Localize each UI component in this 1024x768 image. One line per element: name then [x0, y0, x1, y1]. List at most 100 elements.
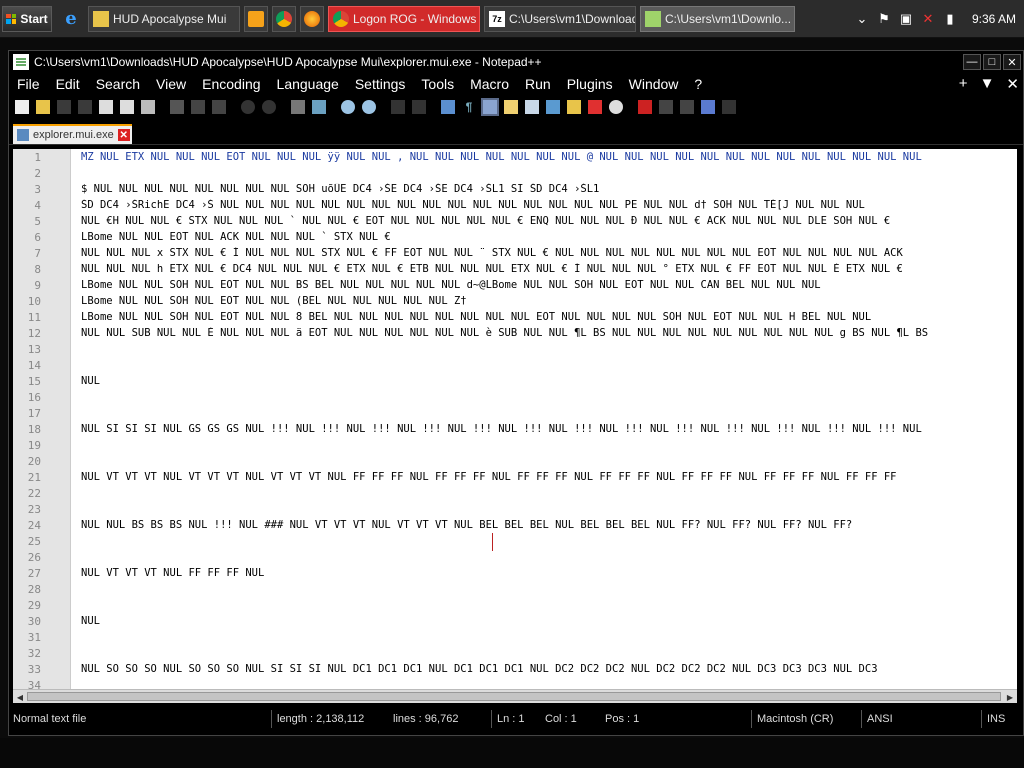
save-macro-icon[interactable] — [720, 98, 738, 116]
close-all-icon[interactable] — [118, 98, 136, 116]
task-chrome[interactable] — [272, 5, 296, 32]
horizontal-scrollbar[interactable]: ◀ ▶ — [13, 689, 1017, 703]
find-icon[interactable] — [289, 98, 307, 116]
redo-icon[interactable] — [260, 98, 278, 116]
paste-icon[interactable] — [210, 98, 228, 116]
play-multiple-icon[interactable] — [699, 98, 717, 116]
maximize-button[interactable]: □ — [983, 54, 1001, 70]
code-line[interactable]: 30 NUL — [13, 613, 1017, 629]
code-line[interactable]: 1 MZ NUL ETX NUL NUL NUL EOT NUL NUL NUL … — [13, 149, 1017, 165]
save-all-icon[interactable] — [76, 98, 94, 116]
menu-tools[interactable]: Tools — [413, 76, 462, 92]
flag-icon[interactable]: ⚑ — [876, 11, 892, 27]
code-line[interactable]: 33 NUL SO SO SO NUL SO SO SO NUL SI SI SI… — [13, 661, 1017, 677]
code-line[interactable]: 3 $ NUL NUL NUL NUL NUL NUL NUL NUL SOH u… — [13, 181, 1017, 197]
undo-icon[interactable] — [239, 98, 257, 116]
code-line[interactable]: 12 NUL NUL SUB NUL NUL È NUL NUL NUL ä EO… — [13, 325, 1017, 341]
task-7zip[interactable]: 7z C:\Users\vm1\Download... — [484, 5, 636, 32]
cut-icon[interactable] — [168, 98, 186, 116]
menu-language[interactable]: Language — [269, 76, 347, 92]
sync-vertical-icon[interactable] — [389, 98, 407, 116]
code-line[interactable]: 21 NUL VT VT VT NUL VT VT VT NUL VT VT VT… — [13, 469, 1017, 485]
tab-list-button[interactable]: ▼ — [980, 75, 995, 93]
code-line[interactable]: 28 — [13, 581, 1017, 597]
code-line[interactable]: 13 — [13, 341, 1017, 357]
task-notepadpp[interactable]: C:\Users\vm1\Downlo... — [640, 5, 795, 32]
doc-map-icon[interactable] — [523, 98, 541, 116]
code-line[interactable]: 2 — [13, 165, 1017, 181]
code-line[interactable]: 10 LBome NUL NUL SOH NUL EOT NUL NUL (BEL… — [13, 293, 1017, 309]
code-line[interactable]: 29 — [13, 597, 1017, 613]
sync-horizontal-icon[interactable] — [410, 98, 428, 116]
code-line[interactable]: 18 NUL SI SI SI NUL GS GS GS NUL !!! NUL … — [13, 421, 1017, 437]
close-tab-icon[interactable]: ✕ — [117, 129, 130, 141]
code-line[interactable]: 34 — [13, 677, 1017, 690]
task-folder[interactable]: HUD Apocalypse Mui — [88, 5, 240, 32]
code-line[interactable]: 22 — [13, 485, 1017, 501]
code-line[interactable]: 11 LBome NUL NUL SOH NUL EOT NUL NUL 8 BE… — [13, 309, 1017, 325]
menu-help[interactable]: ? — [686, 76, 710, 92]
code-line[interactable]: 25 — [13, 533, 1017, 549]
editor-area[interactable]: 1 MZ NUL ETX NUL NUL NUL EOT NUL NUL NUL … — [13, 149, 1017, 689]
zoom-in-icon[interactable] — [339, 98, 357, 116]
code-line[interactable]: 15 NUL — [13, 373, 1017, 389]
show-all-chars-icon[interactable]: ¶ — [460, 98, 478, 116]
new-tab-button[interactable]: + — [959, 75, 968, 93]
minimize-button[interactable]: — — [963, 54, 981, 70]
new-file-icon[interactable] — [13, 98, 31, 116]
task-logon-rog[interactable]: Logon ROG - Windows ... — [328, 5, 480, 32]
code-line[interactable]: 7 NUL NUL NUL x STX NUL € Í NUL NUL NUL S… — [13, 245, 1017, 261]
menu-encoding[interactable]: Encoding — [194, 76, 268, 92]
clock[interactable]: 9:36 AM — [972, 12, 1016, 26]
scroll-left-icon[interactable]: ◀ — [14, 691, 26, 703]
scroll-right-icon[interactable]: ▶ — [1004, 691, 1016, 703]
code-line[interactable]: 9 LBome NUL NUL SOH NUL EOT NUL NUL BS BE… — [13, 277, 1017, 293]
open-file-icon[interactable] — [34, 98, 52, 116]
code-line[interactable]: 27 NUL VT VT VT NUL FF FF FF NUL — [13, 565, 1017, 581]
code-line[interactable]: 19 — [13, 437, 1017, 453]
play-macro-icon[interactable] — [678, 98, 696, 116]
code-line[interactable]: 20 — [13, 453, 1017, 469]
network-icon[interactable]: ▣ — [898, 11, 914, 27]
chevron-down-icon[interactable]: ⌄ — [854, 11, 870, 27]
close-button[interactable]: ✕ — [1003, 54, 1021, 70]
volume-muted-icon[interactable]: ✕ — [920, 11, 936, 27]
status-eol[interactable]: Macintosh (CR) — [757, 713, 833, 725]
folder-as-workspace-icon[interactable] — [565, 98, 583, 116]
title-bar[interactable]: C:\Users\vm1\Downloads\HUD Apocalypse\HU… — [9, 51, 1023, 73]
power-icon[interactable]: ▮ — [942, 11, 958, 27]
function-list-icon[interactable] — [544, 98, 562, 116]
menu-window[interactable]: Window — [621, 76, 687, 92]
word-wrap-icon[interactable] — [439, 98, 457, 116]
indent-guide-icon[interactable] — [481, 98, 499, 116]
code-line[interactable]: 32 — [13, 645, 1017, 661]
task-media-player[interactable] — [244, 5, 268, 32]
udl-icon[interactable] — [502, 98, 520, 116]
close-file-icon[interactable] — [97, 98, 115, 116]
start-button[interactable]: Start — [2, 5, 52, 32]
task-firefox[interactable] — [300, 5, 324, 32]
code-line[interactable]: 16 — [13, 389, 1017, 405]
menu-view[interactable]: View — [148, 76, 194, 92]
menu-file[interactable]: File — [9, 76, 48, 92]
stop-macro-icon[interactable] — [657, 98, 675, 116]
record-macro-icon[interactable] — [636, 98, 654, 116]
status-encoding[interactable]: ANSI — [867, 713, 893, 725]
code-line[interactable]: 8 NUL NUL NUL h ETX NUL € DC4 NUL NUL NUL… — [13, 261, 1017, 277]
code-line[interactable]: 23 — [13, 501, 1017, 517]
save-icon[interactable] — [55, 98, 73, 116]
menu-plugins[interactable]: Plugins — [559, 76, 621, 92]
menu-settings[interactable]: Settings — [347, 76, 414, 92]
menu-search[interactable]: Search — [88, 76, 148, 92]
scrollbar-thumb[interactable] — [27, 692, 1001, 701]
code-line[interactable]: 24 NUL NUL BS BS BS NUL !!! NUL ### NUL V… — [13, 517, 1017, 533]
code-line[interactable]: 5 NUL €H NUL NUL € STX NUL NUL NUL ` NUL … — [13, 213, 1017, 229]
menu-run[interactable]: Run — [517, 76, 559, 92]
eye-icon[interactable] — [607, 98, 625, 116]
copy-icon[interactable] — [189, 98, 207, 116]
code-line[interactable]: 17 — [13, 405, 1017, 421]
code-line[interactable]: 14 — [13, 357, 1017, 373]
code-line[interactable]: 6 LBome NUL NUL EOT NUL ACK NUL NUL NUL `… — [13, 229, 1017, 245]
print-icon[interactable] — [139, 98, 157, 116]
menu-macro[interactable]: Macro — [462, 76, 517, 92]
